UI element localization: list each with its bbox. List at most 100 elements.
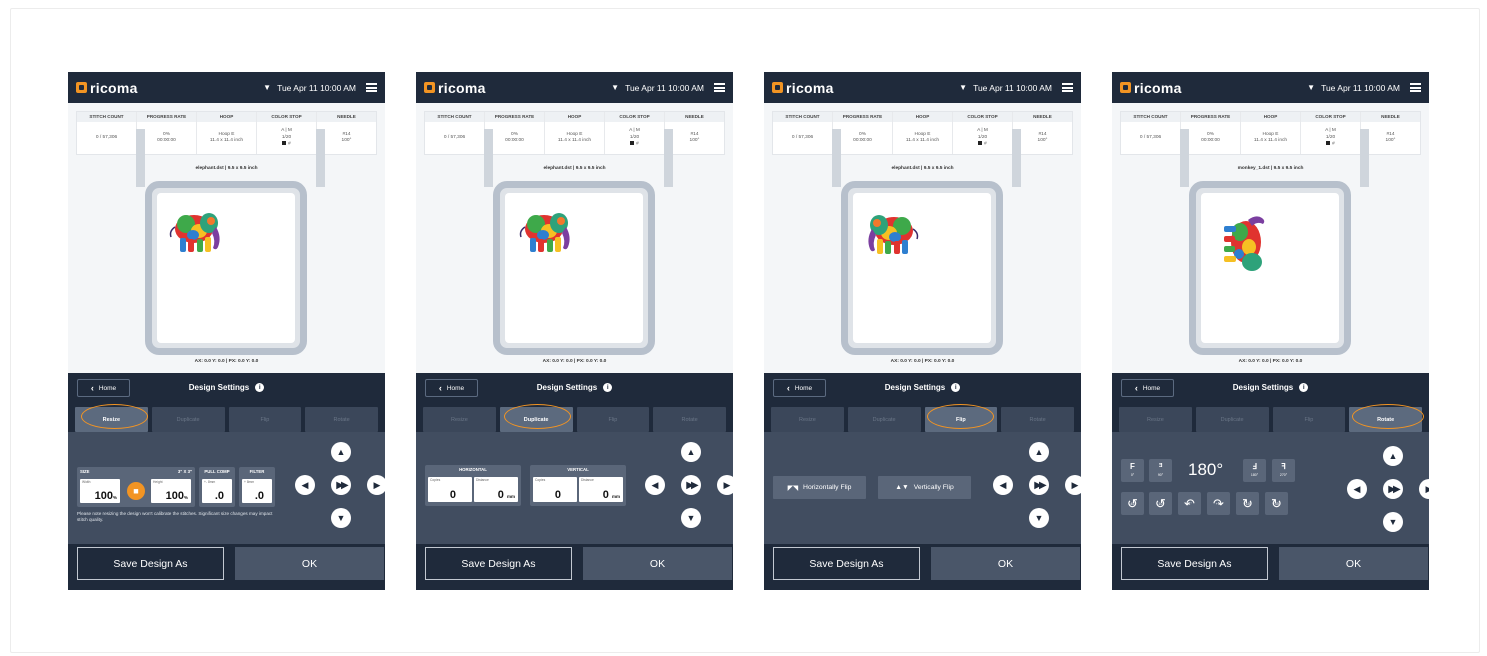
move-right-icon[interactable]: ▶ [367,475,385,495]
design-preview[interactable] [516,207,576,262]
design-filename: elephant.dst | 9.5 x 9.5 inch [543,166,606,171]
filter-input[interactable]: + 8mm .0 [242,479,272,503]
move-left-icon[interactable]: ◀ [993,475,1013,495]
width-input[interactable]: Width 100% [80,479,120,503]
brand-name: ricoma [438,79,486,96]
home-button[interactable]: ‹ Home [773,379,826,397]
design-preview[interactable] [862,209,922,264]
action-bar: Save Design As OK [416,544,733,590]
stat-color-stop: COLOR STOP A | M 1/20 # [605,112,665,154]
move-down-icon[interactable]: ▼ [331,508,351,528]
vertical-distance-input[interactable]: Distance 0 mm [579,477,623,502]
tab-rotate[interactable]: Rotate [1349,407,1422,432]
tab-rotate[interactable]: Rotate [305,407,378,432]
move-down-icon[interactable]: ▼ [681,508,701,528]
height-input[interactable]: Height 100% [151,479,191,503]
move-down-icon[interactable]: ▼ [1029,508,1049,528]
color-swatch [978,141,983,146]
ok-button[interactable]: OK [1279,547,1428,580]
settings-panel: ‹ Home Design Settings i Resize Duplicat… [68,373,385,590]
horizontal-copies-input[interactable]: Copies 0 [428,477,472,502]
tab-flip[interactable]: Flip [228,407,302,432]
rotate-180-button[interactable]: Ⅎ 180° [1243,459,1266,482]
info-icon[interactable]: i [603,383,613,392]
move-up-icon[interactable]: ▲ [1029,442,1049,462]
move-right-icon[interactable]: ▶ [717,475,733,495]
tab-duplicate[interactable]: Duplicate [847,407,921,432]
tab-duplicate[interactable]: Duplicate [1195,407,1269,432]
tab-resize[interactable]: Resize [75,407,148,432]
rotate-270-button[interactable]: ꟻ 270° [1272,459,1295,482]
tab-resize[interactable]: Resize [1119,407,1192,432]
settings-tabs: Resize Duplicate Flip Rotate [75,407,378,432]
stat-stitch-count: STITCH COUNT 0 / 57,306 [77,112,137,154]
save-design-as-button[interactable]: Save Design As [1121,547,1268,580]
menu-icon[interactable] [366,83,377,92]
home-button[interactable]: ‹ Home [77,379,130,397]
center-icon[interactable]: ▶▶ [331,475,351,495]
info-icon[interactable]: i [951,383,961,392]
center-icon[interactable]: ▶▶ [681,475,701,495]
tab-flip[interactable]: Flip [1272,407,1346,432]
home-button[interactable]: ‹ Home [425,379,478,397]
move-up-icon[interactable]: ▲ [1383,446,1403,466]
tab-rotate[interactable]: Rotate [1001,407,1074,432]
stat-needle: NEEDLE #14 100° [1361,112,1420,154]
tab-resize[interactable]: Resize [423,407,496,432]
design-preview[interactable] [1222,212,1268,281]
tab-duplicate[interactable]: Duplicate [151,407,225,432]
rotate-cw-1-icon[interactable]: ↷ +1° [1207,492,1230,515]
vertical-flip-button[interactable]: ▲▼ Vertically Flip [878,476,971,499]
ok-button[interactable]: OK [583,547,732,580]
info-icon[interactable]: i [1299,383,1309,392]
menu-icon[interactable] [714,83,725,92]
ok-button[interactable]: OK [931,547,1080,580]
tab-flip[interactable]: Flip [576,407,650,432]
pull-comp-input[interactable]: +- 8mm .0 [202,479,232,503]
center-icon[interactable]: ▶▶ [1029,475,1049,495]
ok-button[interactable]: OK [235,547,384,580]
save-design-as-button[interactable]: Save Design As [77,547,224,580]
rotate-ccw-45-icon[interactable]: ↺ -45° [1121,492,1144,515]
move-down-icon[interactable]: ▼ [1383,512,1403,532]
move-up-icon[interactable]: ▲ [331,442,351,462]
vertical-copies-input[interactable]: Copies 0 [533,477,577,502]
rotate-90-button[interactable]: ᴲ 90° [1149,459,1172,482]
move-left-icon[interactable]: ◀ [1347,479,1367,499]
tab-resize[interactable]: Resize [771,407,844,432]
horizontal-flip-button[interactable]: ◤◥ Horizontally Flip [773,476,866,499]
rotate-ccw-1-icon[interactable]: ↶ -1° [1178,492,1201,515]
lock-icon[interactable]: ■ [127,482,145,500]
move-up-icon[interactable]: ▲ [681,442,701,462]
rotate-0-button[interactable]: F 0° [1121,459,1144,482]
center-icon[interactable]: ▶▶ [1383,479,1403,499]
position-readout: AX: 0.0 Y: 0.0 | PX: 0.0 Y: 0.0 [194,359,259,364]
menu-icon[interactable] [1062,83,1073,92]
color-swatch [630,141,635,146]
home-button[interactable]: ‹ Home [1121,379,1174,397]
save-design-as-button[interactable]: Save Design As [773,547,920,580]
chevron-left-icon: ‹ [1134,383,1138,393]
rotate-cw-10-icon[interactable]: ↻ +10° [1236,492,1259,515]
move-left-icon[interactable]: ◀ [295,475,315,495]
move-right-icon[interactable]: ▶ [1065,475,1081,495]
stat-hoop: HOOP Hoop E 11.4 x 11.4 inch [197,112,257,154]
horizontal-distance-input[interactable]: Distance 0 mm [474,477,518,502]
rotate-cw-45-icon[interactable]: ↻ +45° [1265,492,1288,515]
info-icon[interactable]: i [255,383,265,392]
brand-name: ricoma [786,79,834,96]
menu-icon[interactable] [1410,83,1421,92]
logo-mark-icon [1120,82,1131,93]
rotate-ccw-10-icon[interactable]: ↺ -10° [1149,492,1172,515]
tab-duplicate[interactable]: Duplicate [499,407,573,432]
settings-tabs: Resize Duplicate Flip Rotate [1119,407,1422,432]
move-right-icon[interactable]: ▶ [1419,479,1429,499]
pull-comp-box: PULL COMP +- 8mm .0 [199,467,235,507]
design-preview[interactable] [166,207,226,262]
save-design-as-button[interactable]: Save Design As [425,547,572,580]
move-left-icon[interactable]: ◀ [645,475,665,495]
action-bar: Save Design As OK [1112,544,1429,590]
tab-flip[interactable]: Flip [924,407,998,432]
tab-rotate[interactable]: Rotate [653,407,726,432]
datetime: Tue Apr 11 10:00 AM [973,82,1052,93]
